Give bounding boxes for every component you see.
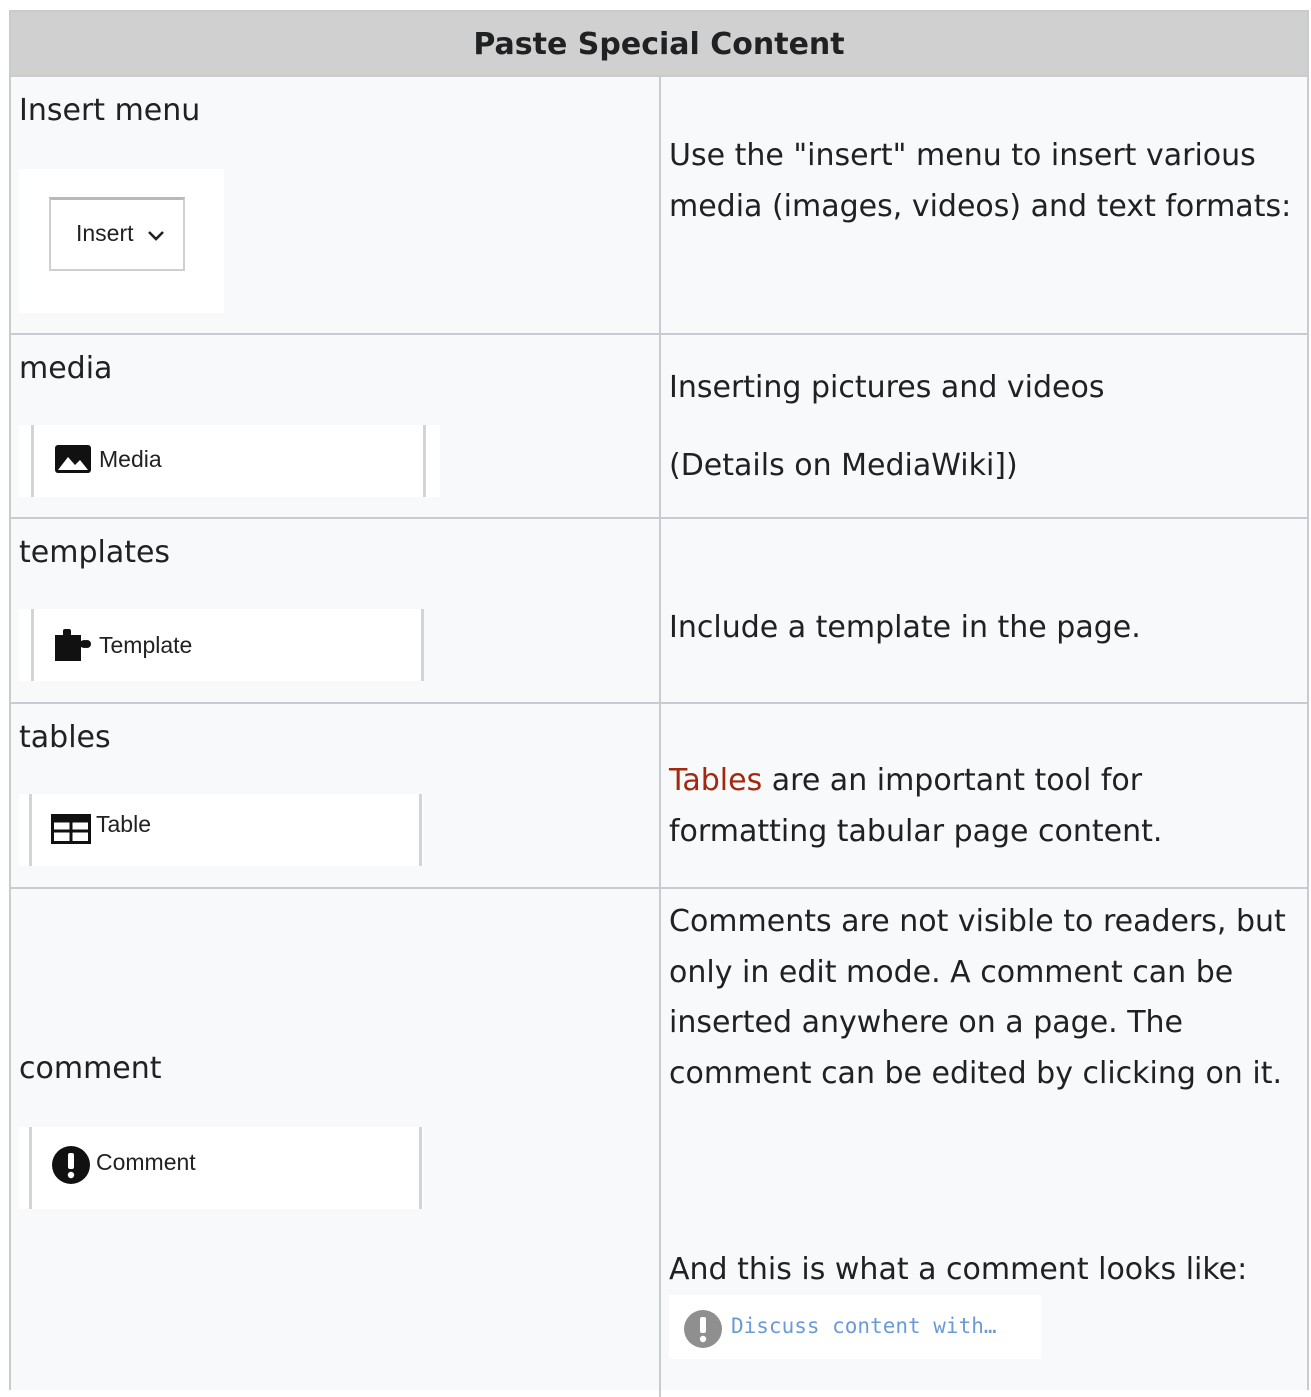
row-label: comment	[19, 1051, 162, 1086]
table-row-tables: tables Table Tables are an important too…	[11, 704, 1307, 889]
template-button-label: Template	[99, 632, 193, 658]
insert-menu-screenshot: Insert	[19, 169, 224, 313]
toolbar-divider	[419, 1127, 422, 1209]
table-row-media: media Media Inserting pictures and video…	[11, 335, 1307, 519]
toolbar-divider	[423, 425, 426, 497]
cell-description: Include a template in the page.	[661, 519, 1307, 702]
cell-description: Use the "insert" menu to insert various …	[661, 77, 1307, 333]
table-button-screenshot: Table	[19, 794, 423, 866]
row-label: media	[19, 351, 113, 386]
table-row-comment: comment Comment Comments are not visible…	[11, 889, 1307, 1389]
comment-example-text[interactable]: Discuss content with…	[731, 1314, 997, 1338]
cell-label: media Media	[11, 335, 659, 517]
cell-description: Tables are an important tool for formatt…	[661, 704, 1307, 887]
row-label: Insert menu	[19, 93, 201, 128]
toolbar-divider	[31, 425, 34, 497]
insert-button: Insert	[49, 197, 185, 271]
table-button-label: Table	[96, 811, 151, 837]
cell-description: Comments are not visible to readers, but…	[661, 889, 1307, 1389]
tables-link[interactable]: Tables	[669, 763, 762, 798]
cell-description: Inserting pictures and videos (Details o…	[661, 335, 1307, 517]
puzzle-icon	[55, 629, 91, 661]
comment-button-label: Comment	[96, 1149, 196, 1175]
row-description: Comments are not visible to readers, but…	[669, 904, 1286, 1091]
table-row-templates: templates Template Include a template in…	[11, 519, 1307, 704]
toolbar-divider	[29, 794, 32, 866]
table-row-insert-menu: Insert menu Insert Use the "insert" menu…	[11, 77, 1307, 335]
row-description: Inserting pictures and videos	[669, 370, 1105, 405]
cell-label: Insert menu Insert	[11, 77, 659, 333]
toolbar-divider	[29, 1127, 32, 1209]
row-description-note: (Details on MediaWiki])	[669, 448, 1018, 483]
cell-label: tables Table	[11, 704, 659, 887]
comment-button-screenshot: Comment	[19, 1127, 423, 1209]
exclamation-circle-icon	[684, 1310, 722, 1348]
cell-label: templates Template	[11, 519, 659, 702]
row-description: Tables are an important tool for formatt…	[669, 756, 1297, 857]
media-button-screenshot: Media	[19, 425, 440, 497]
comment-example-intro: And this is what a comment looks like:	[669, 1252, 1248, 1287]
row-description: Use the "insert" menu to insert various …	[669, 138, 1292, 224]
chevron-down-icon	[148, 231, 164, 241]
toolbar-divider	[419, 794, 422, 866]
insert-button-label: Insert	[76, 220, 134, 246]
table-header: Paste Special Content	[11, 12, 1307, 77]
toolbar-divider	[421, 609, 424, 681]
toolbar-divider	[31, 609, 34, 681]
paste-special-table: Paste Special Content Insert menu Insert…	[9, 10, 1309, 1397]
cell-label: comment Comment	[11, 889, 659, 1389]
row-label: tables	[19, 720, 111, 755]
template-button-screenshot: Template	[19, 609, 424, 681]
image-icon	[55, 445, 91, 473]
row-label: templates	[19, 535, 171, 570]
exclamation-circle-icon	[52, 1146, 90, 1184]
media-button-label: Media	[99, 446, 162, 472]
row-description: Include a template in the page.	[669, 610, 1141, 645]
comment-example: Discuss content with…	[669, 1295, 1041, 1359]
table-icon	[51, 814, 91, 844]
